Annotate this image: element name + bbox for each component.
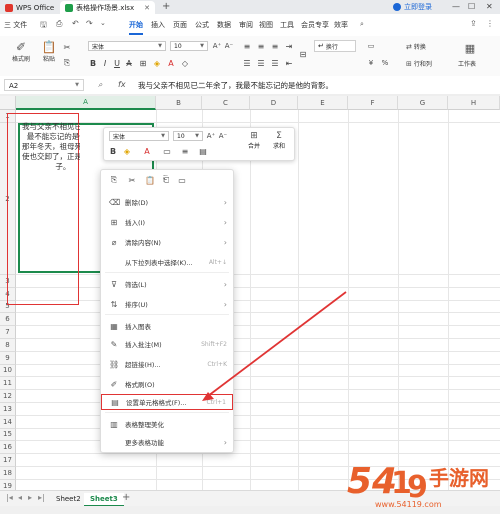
sheet-tab-sheet3[interactable]: Sheet3	[84, 493, 124, 507]
prev-sheet-icon[interactable]: ◂	[18, 493, 22, 502]
annotation-arrow-icon	[202, 291, 347, 401]
svg-text:手游网: 手游网	[429, 466, 489, 490]
add-sheet-icon[interactable]: +	[122, 492, 130, 503]
sheet-tab-sheet2[interactable]: Sheet2	[50, 493, 87, 505]
watermark: 54 1 9 手游网 www.54119.com	[345, 455, 500, 510]
watermark-logo: 54 1 9 手游网 www.54119.com	[347, 461, 489, 509]
svg-text:www.54119.com: www.54119.com	[375, 500, 442, 509]
next-sheet-icon[interactable]: ▸	[28, 493, 32, 502]
last-sheet-icon[interactable]: ▸|	[38, 493, 45, 502]
svg-text:54: 54	[347, 461, 397, 502]
first-sheet-icon[interactable]: |◂	[6, 493, 13, 502]
